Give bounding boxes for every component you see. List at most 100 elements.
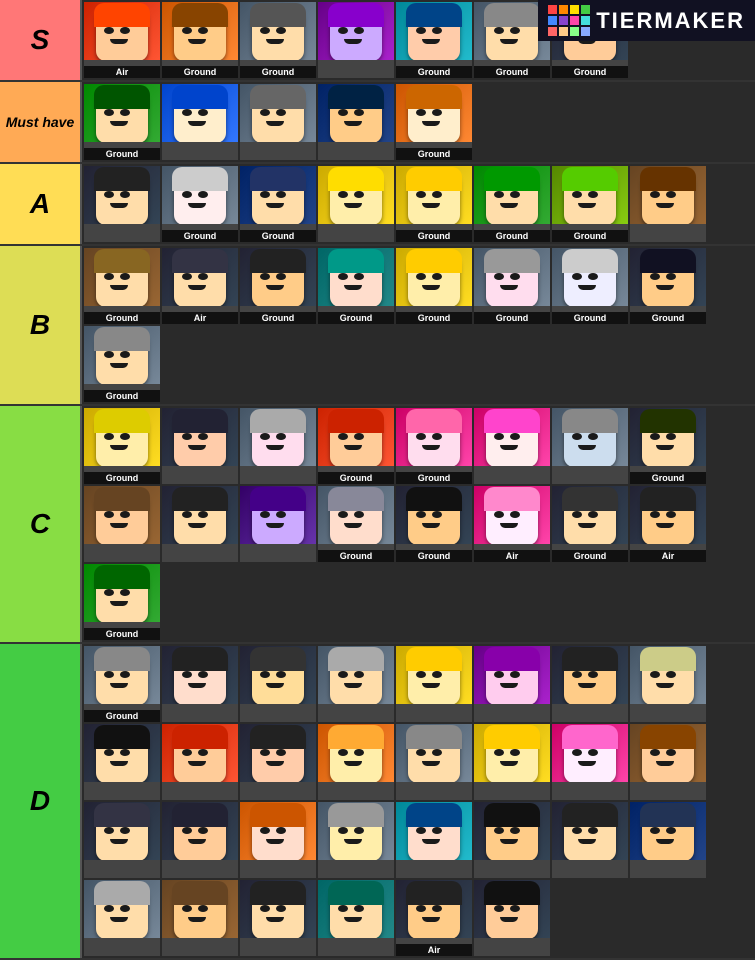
character-mouth bbox=[110, 121, 128, 126]
character-face bbox=[162, 408, 238, 466]
character-card[interactable]: Ground bbox=[552, 486, 628, 562]
character-card[interactable]: Ground bbox=[396, 408, 472, 484]
character-card[interactable] bbox=[474, 408, 550, 484]
character-card[interactable]: Ground bbox=[84, 564, 160, 640]
character-card[interactable]: Air bbox=[474, 486, 550, 562]
character-head bbox=[96, 809, 148, 860]
character-card[interactable] bbox=[162, 646, 238, 722]
character-card[interactable] bbox=[162, 802, 238, 878]
character-eyes bbox=[650, 749, 660, 756]
character-card[interactable]: Ground bbox=[318, 486, 394, 562]
character-eyes bbox=[494, 905, 504, 912]
character-card[interactable] bbox=[318, 646, 394, 722]
character-eyes bbox=[416, 671, 426, 678]
character-card[interactable] bbox=[162, 408, 238, 484]
character-card[interactable] bbox=[84, 802, 160, 878]
character-eyes bbox=[260, 749, 270, 756]
character-face bbox=[552, 486, 628, 544]
character-card[interactable]: Ground bbox=[240, 166, 316, 242]
character-card[interactable]: Ground bbox=[396, 248, 472, 324]
character-card[interactable] bbox=[630, 802, 706, 878]
character-hair bbox=[640, 803, 696, 827]
character-card[interactable]: Ground bbox=[552, 166, 628, 242]
logo-cell bbox=[570, 16, 579, 25]
character-card[interactable] bbox=[396, 802, 472, 878]
character-card[interactable]: Ground bbox=[240, 2, 316, 78]
character-card[interactable] bbox=[474, 880, 550, 956]
character-card[interactable] bbox=[240, 84, 316, 160]
character-card[interactable]: Air bbox=[84, 2, 160, 78]
character-card[interactable] bbox=[318, 802, 394, 878]
character-card[interactable] bbox=[318, 880, 394, 956]
character-eyes bbox=[650, 433, 660, 440]
character-card[interactable] bbox=[318, 84, 394, 160]
character-card[interactable]: Ground bbox=[396, 486, 472, 562]
character-card[interactable]: Air bbox=[630, 486, 706, 562]
character-card[interactable]: Ground bbox=[474, 166, 550, 242]
character-head bbox=[96, 255, 148, 306]
character-type-label: Ground bbox=[552, 312, 628, 324]
character-card[interactable] bbox=[318, 166, 394, 242]
character-hair bbox=[640, 647, 696, 671]
character-card[interactable]: Ground bbox=[162, 166, 238, 242]
character-card[interactable] bbox=[84, 880, 160, 956]
character-card[interactable]: Ground bbox=[396, 2, 472, 78]
character-face bbox=[474, 486, 550, 544]
character-card[interactable] bbox=[162, 84, 238, 160]
character-card[interactable] bbox=[162, 486, 238, 562]
character-card[interactable]: Ground bbox=[630, 248, 706, 324]
character-card[interactable] bbox=[240, 486, 316, 562]
character-card[interactable] bbox=[318, 2, 394, 78]
character-card[interactable]: Ground bbox=[474, 248, 550, 324]
character-card[interactable] bbox=[240, 646, 316, 722]
character-card[interactable]: Ground bbox=[162, 2, 238, 78]
character-eyes bbox=[494, 671, 504, 678]
character-card[interactable] bbox=[162, 724, 238, 800]
character-face bbox=[396, 486, 472, 544]
character-hair bbox=[484, 803, 540, 827]
character-card[interactable]: Ground bbox=[84, 326, 160, 402]
character-card[interactable]: Ground bbox=[630, 408, 706, 484]
character-card[interactable] bbox=[240, 724, 316, 800]
character-card[interactable] bbox=[240, 802, 316, 878]
character-card[interactable]: Ground bbox=[240, 248, 316, 324]
character-card[interactable] bbox=[630, 724, 706, 800]
character-card[interactable] bbox=[474, 802, 550, 878]
character-card[interactable]: Ground bbox=[84, 408, 160, 484]
character-card[interactable] bbox=[552, 408, 628, 484]
character-card[interactable] bbox=[552, 802, 628, 878]
character-card[interactable] bbox=[396, 724, 472, 800]
character-card[interactable] bbox=[84, 166, 160, 242]
character-card[interactable] bbox=[162, 880, 238, 956]
character-card[interactable] bbox=[474, 646, 550, 722]
character-card[interactable]: Ground bbox=[552, 248, 628, 324]
character-card[interactable]: Ground bbox=[84, 84, 160, 160]
character-card[interactable] bbox=[240, 880, 316, 956]
character-card[interactable]: Ground bbox=[318, 408, 394, 484]
character-card[interactable] bbox=[396, 646, 472, 722]
character-card[interactable] bbox=[630, 646, 706, 722]
tier-label-text: A bbox=[30, 188, 50, 220]
character-card[interactable] bbox=[474, 724, 550, 800]
character-eyes bbox=[260, 109, 270, 116]
character-card[interactable] bbox=[84, 486, 160, 562]
character-mouth bbox=[500, 523, 518, 528]
character-card[interactable]: Ground bbox=[318, 248, 394, 324]
character-card[interactable] bbox=[552, 724, 628, 800]
character-card[interactable] bbox=[552, 646, 628, 722]
character-card[interactable] bbox=[240, 408, 316, 484]
character-card[interactable]: Air bbox=[396, 880, 472, 956]
character-card[interactable]: Ground bbox=[396, 166, 472, 242]
logo-text: TIERMAKER bbox=[596, 8, 745, 34]
character-eyes bbox=[572, 671, 582, 678]
character-card[interactable]: Air bbox=[162, 248, 238, 324]
character-card[interactable]: Ground bbox=[84, 646, 160, 722]
character-card[interactable]: Ground bbox=[84, 248, 160, 324]
character-card[interactable] bbox=[318, 724, 394, 800]
character-card[interactable] bbox=[84, 724, 160, 800]
character-card[interactable] bbox=[630, 166, 706, 242]
character-mouth bbox=[188, 917, 206, 922]
character-type-label: Ground bbox=[162, 230, 238, 242]
character-face bbox=[552, 166, 628, 224]
character-card[interactable]: Ground bbox=[396, 84, 472, 160]
